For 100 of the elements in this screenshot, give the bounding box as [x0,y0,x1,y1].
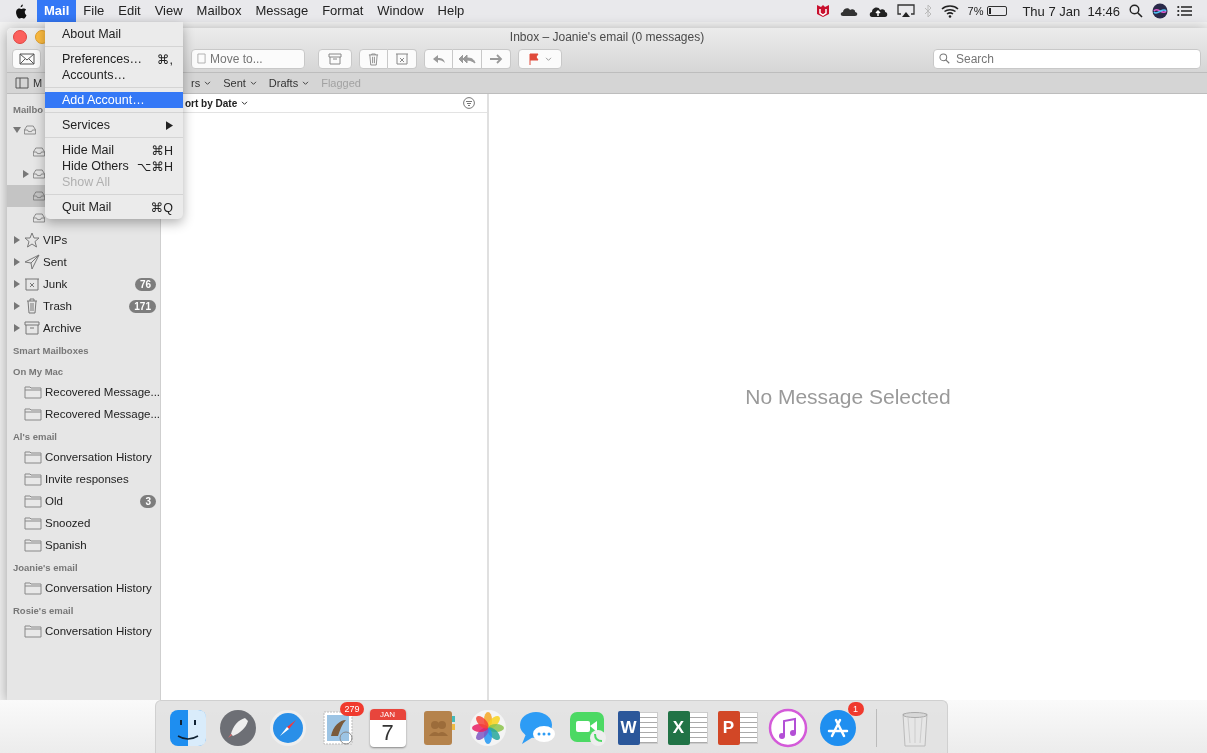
mailbox-row[interactable]: Snoozed [7,512,160,534]
mailbox-name: Trash [43,300,72,312]
app-letter: W [617,711,640,745]
calendar-icon[interactable]: JAN 7 [369,709,406,747]
no-message-text: No Message Selected [745,385,951,409]
cloud-icon[interactable] [838,5,859,17]
junk-button[interactable] [388,49,417,69]
menu-item[interactable]: Services [45,117,183,133]
mailbox-row[interactable]: VIPs [7,229,160,251]
compose-button[interactable] [12,49,41,69]
menu-bar-item[interactable]: Mail [37,0,77,22]
keyboard-shortcut: ⌘H [151,142,173,158]
reply-all-button[interactable] [453,49,482,69]
chevron-down-icon [544,56,552,62]
mailbox-row[interactable]: Archive [7,317,160,339]
menu-item-label: Accounts… [62,68,126,82]
envelope-icon [18,53,35,65]
apple-logo-icon[interactable] [14,3,27,19]
collapsed-triangle-icon[interactable] [13,324,21,332]
inbox-tray-icon [33,213,45,223]
inbox-tray-icon [33,147,45,157]
mailbox-row[interactable] [7,185,45,207]
mailbox-row[interactable]: Recovered Message... [7,381,160,403]
collapsed-triangle-icon[interactable] [13,258,21,266]
menu-item[interactable]: Quit Mail ⌘Q [45,199,183,215]
mailbox-row[interactable]: Recovered Message... [7,403,160,425]
search-icon[interactable] [1129,4,1143,18]
move-to-field[interactable]: Move to... [191,49,305,69]
paper-plane-icon [24,254,40,270]
delete-button[interactable] [359,49,388,69]
list-icon[interactable] [1177,5,1193,17]
menu-bar-item[interactable]: Edit [111,0,148,22]
folder-icon [24,385,42,399]
menu-item[interactable]: Hide Mail ⌘H [45,142,183,158]
menu-bar-item[interactable]: File [76,0,112,22]
menu-bar-item[interactable]: Help [430,0,472,22]
mailbox-row[interactable]: Conversation History [7,446,160,468]
collapsed-triangle-icon[interactable] [13,236,21,244]
mailbox-row[interactable]: Trash 171 [7,295,160,317]
inbox-tray-icon [24,125,36,135]
favorite-mailbox-button[interactable]: rs [191,77,212,89]
chevron-down-icon [302,80,310,86]
flag-button[interactable] [518,49,562,69]
mailbox-row[interactable]: Old 3 [7,490,160,512]
mailbox-name: Recovered Message... [45,386,161,398]
mailbox-row[interactable]: Conversation History [7,577,160,599]
battery-icon[interactable] [987,6,1008,16]
folder-icon [24,581,42,595]
wifi-icon[interactable] [940,4,959,18]
menu-bar-item[interactable]: Message [248,0,316,22]
junk-tray-icon [24,277,40,291]
menu-bar-item[interactable]: Window [370,0,431,22]
menu-item[interactable]: Accounts… [45,67,183,83]
orb-icon[interactable] [1152,3,1168,19]
menu-item[interactable]: Preferences… ⌘, [45,51,183,67]
menu-bar-item[interactable]: Mailbox [189,0,249,22]
mailbox-name: Sent [43,256,67,268]
unread-count: 171 [129,299,156,313]
menu-item[interactable]: Hide Others ⌥⌘H [45,158,183,174]
menu-item[interactable]: Add Account… [45,92,183,108]
compass-icon[interactable] [267,708,308,748]
right-arrow-icon [489,54,503,64]
inbox-tray-icon [33,191,45,201]
menu-bar-item[interactable]: Format [315,0,371,22]
search-field[interactable]: Search [933,49,1201,69]
collapsed-triangle-icon[interactable] [22,170,30,178]
filter-icon[interactable] [463,97,475,109]
chevron-down-icon [241,100,249,106]
mailbox-row[interactable]: Conversation History [7,620,160,642]
sidebar-section-title: Joanie's email [12,561,78,575]
mailbox-row[interactable]: Sent [7,251,160,273]
menu-bar-item[interactable]: View [147,0,190,22]
trash-can-icon [368,52,379,66]
favorite-mailbox-button[interactable]: Drafts [268,77,310,89]
flower-icon[interactable] [467,708,508,748]
mailbox-row[interactable]: Junk 76 [7,273,160,295]
folder-icon [24,472,42,486]
sort-menu[interactable]: ort by Date [185,97,249,109]
menu-item-label: Hide Others [62,159,129,173]
app-letter: X [667,711,690,745]
close-button[interactable] [13,30,27,44]
reply-button[interactable] [424,49,453,69]
screen-mirroring-icon[interactable] [896,4,915,18]
calendar-day: 7 [381,720,394,746]
collapsed-triangle-icon[interactable] [13,280,21,288]
smiling-face-icon[interactable] [167,708,208,748]
notification-badge: 1 [847,702,864,716]
mailbox-row[interactable]: Invite responses [7,468,160,490]
app-store-icon[interactable] [817,708,858,748]
forward-button[interactable] [482,49,511,69]
clock[interactable]: Thu 7 Jan 14:46 [1022,3,1120,19]
mailbox-name: Snoozed [45,517,91,529]
shield-icon[interactable] [815,4,830,18]
menu-item[interactable]: About Mail [45,26,183,42]
mailbox-name: Invite responses [45,473,129,485]
music-note-icon[interactable] [767,708,808,748]
collapsed-triangle-icon[interactable] [13,302,21,310]
expanded-triangle-icon[interactable] [13,126,21,134]
favorite-mailbox-button[interactable]: Sent [223,77,257,89]
mailbox-row[interactable]: Spanish [7,534,160,556]
